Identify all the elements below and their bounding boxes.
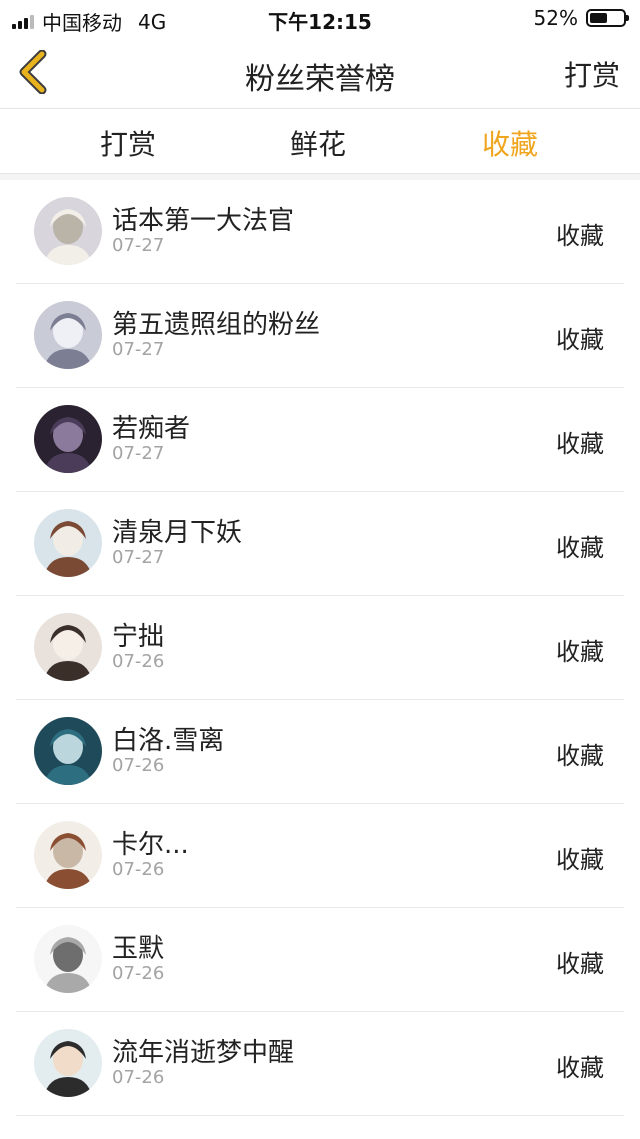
fan-name: 流年消逝梦中醒	[112, 1038, 295, 1068]
status-right: 52%	[533, 6, 629, 30]
list-item[interactable]: 卡尔... 07-26 收藏	[0, 804, 640, 908]
fan-action-label: 收藏	[556, 326, 604, 354]
tab-favorites[interactable]: 收藏	[450, 123, 570, 163]
fan-name: 第五遗照组的粉丝	[112, 310, 321, 340]
avatar[interactable]	[34, 509, 102, 577]
tab-reward[interactable]: 打赏	[68, 123, 188, 163]
battery-icon	[586, 9, 629, 27]
fan-date: 07-27	[112, 547, 165, 568]
fan-date: 07-26	[112, 1067, 165, 1088]
list-item[interactable]: 清泉月下妖 07-27 收藏	[0, 492, 640, 596]
list-item[interactable]: 若痴者 07-27 收藏	[0, 388, 640, 492]
fan-date: 07-26	[112, 859, 165, 880]
battery-percent: 52%	[533, 6, 578, 30]
fan-name: 话本第一大法官	[112, 206, 295, 236]
fan-action-label: 收藏	[556, 430, 604, 458]
fan-name: 清泉月下妖	[112, 518, 243, 548]
fan-action-label: 收藏	[556, 742, 604, 770]
avatar[interactable]	[34, 613, 102, 681]
list-item[interactable]: 宁拙 07-26 收藏	[0, 596, 640, 700]
fan-list: 话本第一大法官 07-27 收藏 第五遗照组的粉丝 07-27 收藏 若痴者 07-27 收藏清…	[0, 180, 640, 1116]
fan-date: 07-26	[112, 963, 165, 984]
avatar[interactable]	[34, 197, 102, 265]
fan-name: 白洛.雪离	[112, 726, 225, 756]
fan-date: 07-27	[112, 339, 165, 360]
avatar[interactable]	[34, 925, 102, 993]
fan-date: 07-27	[112, 235, 165, 256]
fan-action-label: 收藏	[556, 950, 604, 978]
fan-action-label: 收藏	[556, 222, 604, 250]
avatar[interactable]	[34, 1029, 102, 1097]
list-item[interactable]: 白洛.雪离 07-26 收藏	[0, 700, 640, 804]
tab-flowers[interactable]: 鲜花	[258, 123, 378, 163]
list-item[interactable]: 第五遗照组的粉丝 07-27 收藏	[0, 284, 640, 388]
fan-date: 07-26	[112, 651, 165, 672]
fan-action-label: 收藏	[556, 534, 604, 562]
fan-action-label: 收藏	[556, 638, 604, 666]
reward-button[interactable]: 打赏	[564, 54, 620, 94]
fan-date: 07-26	[112, 755, 165, 776]
avatar[interactable]	[34, 301, 102, 369]
avatar[interactable]	[34, 405, 102, 473]
tab-bar: 打赏 鲜花 收藏	[0, 109, 640, 174]
page-title: 粉丝荣誉榜	[245, 62, 395, 97]
avatar[interactable]	[34, 821, 102, 889]
fan-action-label: 收藏	[556, 846, 604, 874]
fan-date: 07-27	[112, 443, 165, 464]
status-bar: 中国移动 4G 下午12:15 52%	[0, 0, 640, 36]
fan-name: 若痴者	[112, 414, 191, 444]
list-item[interactable]: 话本第一大法官 07-27 收藏	[0, 180, 640, 284]
list-item[interactable]: 流年消逝梦中醒 07-26 收藏	[0, 1012, 640, 1116]
fan-name: 宁拙	[112, 622, 165, 652]
nav-bar: 粉丝荣誉榜 打赏	[0, 36, 640, 109]
avatar[interactable]	[34, 717, 102, 785]
list-item[interactable]: 玉默 07-26 收藏	[0, 908, 640, 1012]
fan-name: 卡尔...	[112, 830, 189, 860]
fan-action-label: 收藏	[556, 1054, 604, 1082]
fan-name: 玉默	[112, 934, 165, 964]
